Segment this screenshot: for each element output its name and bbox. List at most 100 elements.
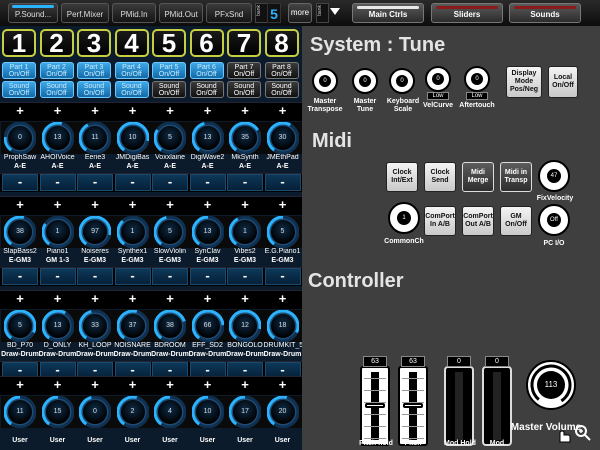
sound-on-off-button[interactable]: Sound On/Off [39, 81, 74, 98]
decrement-button[interactable]: - [40, 174, 76, 190]
part-on-off-button[interactable]: Part 1 On/Off [2, 62, 36, 79]
local-button[interactable]: Local On/Off [548, 66, 578, 98]
increment-button[interactable]: + [152, 291, 188, 307]
part-number-button[interactable]: 5 [152, 29, 186, 57]
sound-knob[interactable]: 97 [79, 216, 111, 248]
comport-out-button[interactable]: ComPort Out A/B [462, 206, 494, 236]
part-on-off-button[interactable]: Part 4 On/Off [114, 62, 149, 79]
sound-knob[interactable]: 5 [4, 310, 36, 342]
tab-pmid-out[interactable]: PMid.Out [159, 3, 203, 23]
fader-handle[interactable] [365, 403, 385, 408]
tab-perf-mixer[interactable]: Perf.Mixer [61, 3, 109, 23]
midi-merge-button[interactable]: Midi Merge [462, 162, 494, 192]
part-number-button[interactable]: 8 [264, 29, 299, 57]
decrement-button[interactable]: - [227, 268, 263, 284]
increment-button[interactable]: + [2, 197, 38, 213]
gm-button[interactable]: GM On/Off [500, 206, 532, 236]
part-number-button[interactable]: 7 [227, 29, 261, 57]
increment-button[interactable]: + [77, 197, 113, 213]
increment-button[interactable]: + [77, 291, 113, 307]
increment-button[interactable]: + [190, 103, 226, 119]
increment-button[interactable]: + [2, 377, 38, 393]
decrement-button[interactable]: - [190, 174, 226, 190]
decrement-button[interactable]: - [115, 268, 151, 284]
sound-knob[interactable]: 2 [116, 396, 149, 428]
sound-knob[interactable]: 0 [79, 396, 111, 428]
sound-knob[interactable]: 66 [191, 310, 224, 342]
increment-button[interactable]: + [265, 197, 301, 213]
sound-knob[interactable]: 5 [266, 216, 299, 248]
part-on-off-button[interactable]: Part 2 On/Off [39, 62, 74, 79]
sound-on-off-button[interactable]: Sound On/Off [152, 81, 186, 98]
part-on-off-button[interactable]: Part 8 On/Off [264, 62, 299, 79]
tab-pfxsnd[interactable]: PFxSnd [206, 3, 252, 23]
sound-knob[interactable]: 1 [229, 216, 261, 248]
master-transpose-knob[interactable]: 0 [312, 68, 338, 94]
increment-button[interactable]: + [227, 377, 263, 393]
increment-button[interactable]: + [227, 197, 263, 213]
increment-button[interactable]: + [40, 197, 76, 213]
tab-pmid-in[interactable]: PMid.In [112, 3, 156, 23]
sound-knob[interactable]: 13 [41, 310, 74, 342]
decrement-button[interactable]: - [77, 268, 113, 284]
mod-slider[interactable]: 0 [482, 356, 512, 446]
increment-button[interactable]: + [2, 291, 38, 307]
decrement-button[interactable]: - [40, 268, 76, 284]
increment-button[interactable]: + [115, 197, 151, 213]
increment-button[interactable]: + [115, 291, 151, 307]
sound-knob[interactable]: 17 [229, 396, 261, 428]
increment-button[interactable]: + [152, 197, 188, 213]
tab-main-ctrls[interactable]: Main Ctrls [352, 3, 424, 23]
comport-in-button[interactable]: ComPort In A/B [424, 206, 456, 236]
part-number-button[interactable]: 6 [189, 29, 224, 57]
tab-p-sound[interactable]: P.Sound... [8, 3, 58, 23]
sound-knob[interactable]: 12 [229, 310, 261, 342]
decrement-button[interactable]: - [77, 174, 113, 190]
master-tune-knob[interactable]: 0 [352, 68, 378, 94]
sound-knob[interactable]: 37 [116, 310, 149, 342]
increment-button[interactable]: + [40, 377, 76, 393]
sound-knob[interactable]: 10 [116, 122, 149, 154]
increment-button[interactable]: + [77, 377, 113, 393]
sound-on-off-button[interactable]: Sound On/Off [114, 81, 149, 98]
clock-send-button[interactable]: Clock Send [424, 162, 456, 192]
part-on-off-button[interactable]: Part 6 On/Off [189, 62, 224, 79]
sound-knob[interactable]: 1 [41, 216, 74, 248]
increment-button[interactable]: + [265, 377, 301, 393]
pc-io-knob[interactable]: Off [538, 204, 570, 236]
midi-in-transp-button[interactable]: Midi in Transp [500, 162, 532, 192]
sound-knob[interactable]: 13 [191, 122, 224, 154]
increment-button[interactable]: + [190, 377, 226, 393]
tab-sounds[interactable]: Sounds [509, 3, 581, 23]
sound-knob[interactable]: 5 [154, 122, 186, 154]
pitch-fader[interactable]: 63 [398, 356, 428, 446]
increment-button[interactable]: + [227, 103, 263, 119]
sound-knob[interactable]: 33 [79, 310, 111, 342]
clock-int-ext-button[interactable]: Clock Int/Ext [386, 162, 418, 192]
sound-knob[interactable]: 13 [191, 216, 224, 248]
sound-knob[interactable]: 10 [191, 396, 224, 428]
fader-handle[interactable] [403, 403, 423, 408]
sound-on-off-button[interactable]: Sound On/Off [189, 81, 224, 98]
decrement-button[interactable]: - [2, 268, 38, 284]
increment-button[interactable]: + [227, 291, 263, 307]
part-number-button[interactable]: 1 [2, 29, 36, 57]
increment-button[interactable]: + [115, 377, 151, 393]
aftertouch-knob[interactable]: 0 [464, 66, 490, 92]
sound-knob[interactable]: 13 [41, 122, 74, 154]
commonch-knob[interactable]: 1 [388, 202, 420, 234]
pitch-hold-fader[interactable]: 63 [360, 356, 390, 446]
sound-on-off-button[interactable]: Sound On/Off [227, 81, 261, 98]
sound-knob[interactable]: 20 [266, 396, 299, 428]
increment-button[interactable]: + [190, 291, 226, 307]
sound-knob[interactable]: 4 [154, 396, 186, 428]
increment-button[interactable]: + [190, 197, 226, 213]
sound-knob[interactable]: 35 [229, 122, 261, 154]
bank-up-button[interactable]: bank [316, 3, 329, 23]
increment-button[interactable]: + [40, 103, 76, 119]
sound-on-off-button[interactable]: Sound On/Off [2, 81, 36, 98]
sound-on-off-button[interactable]: Sound On/Off [264, 81, 299, 98]
increment-button[interactable]: + [152, 103, 188, 119]
master-volume-knob[interactable]: 113 [526, 360, 576, 410]
sound-on-off-button[interactable]: Sound On/Off [77, 81, 111, 98]
